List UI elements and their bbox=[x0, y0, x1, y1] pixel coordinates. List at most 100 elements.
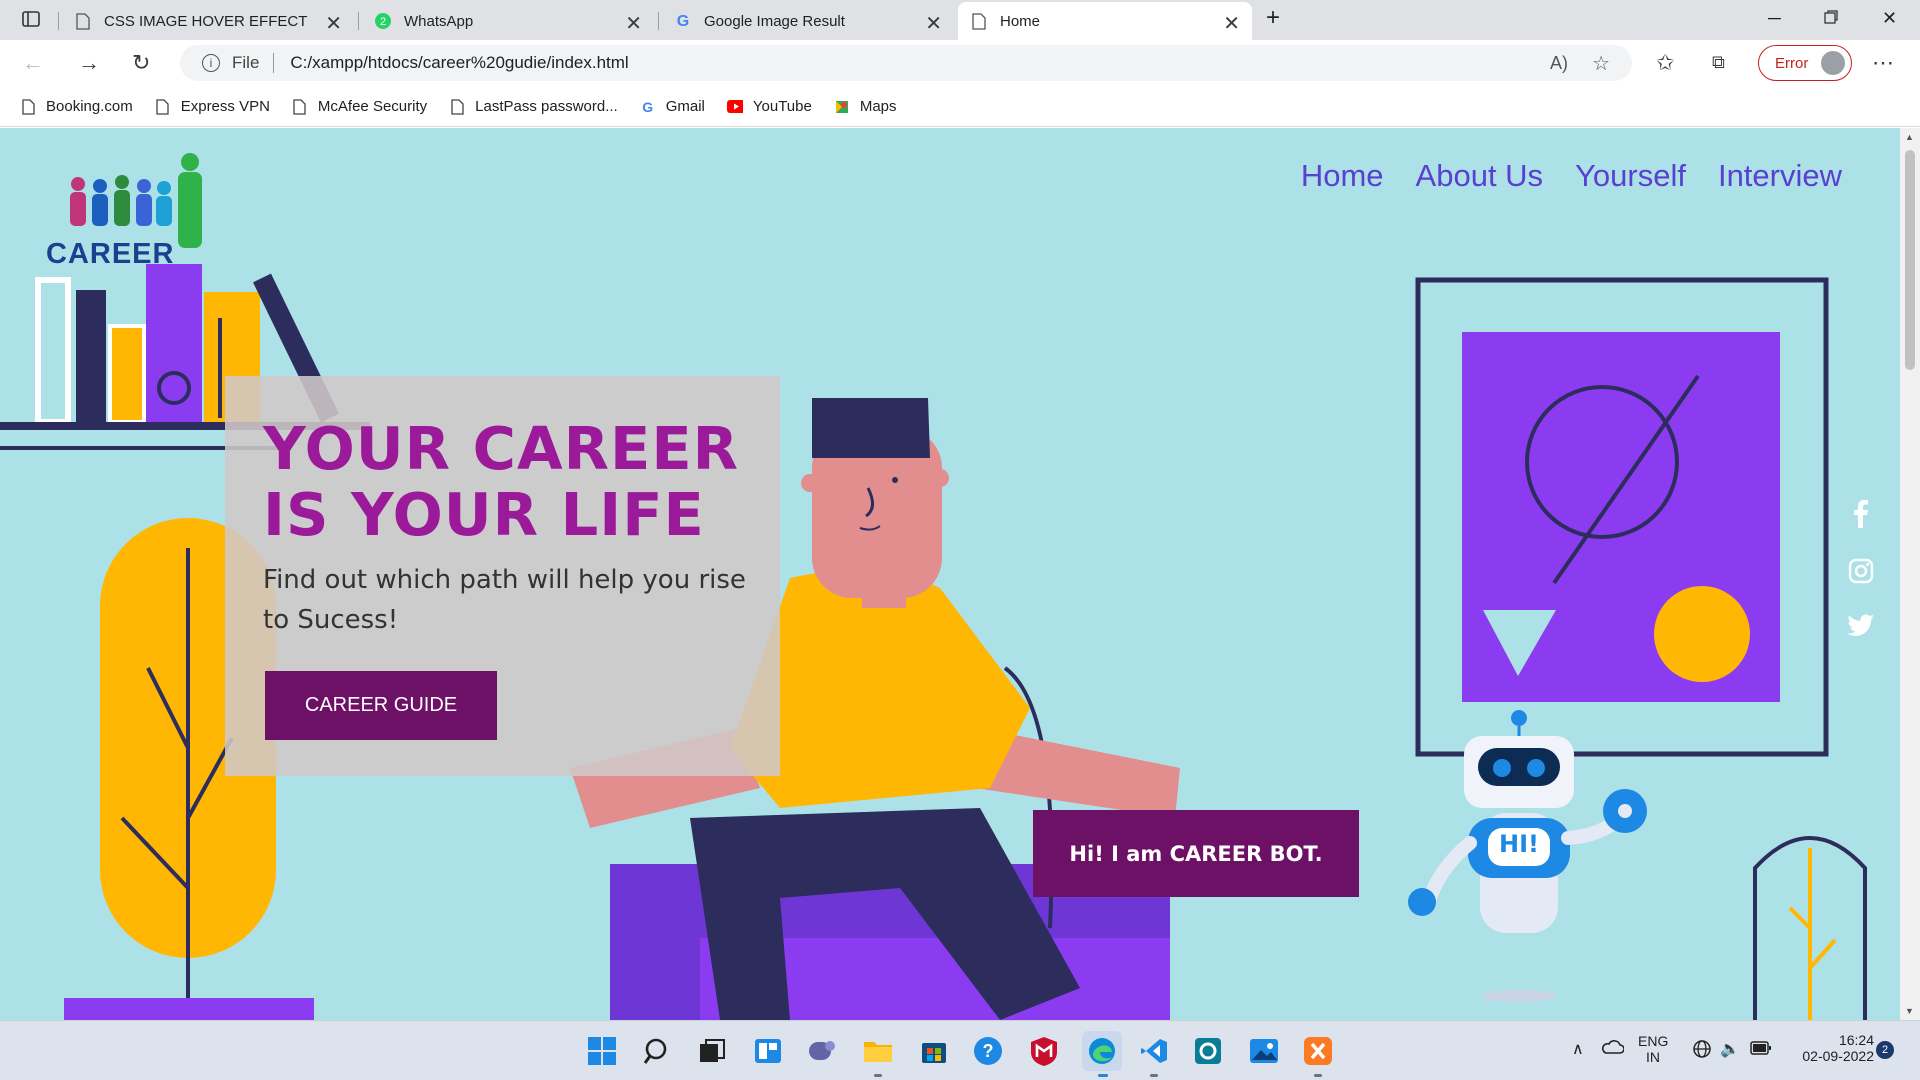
svg-text:G: G bbox=[677, 13, 689, 30]
restore-icon[interactable] bbox=[1824, 8, 1838, 29]
windows-start-icon[interactable] bbox=[586, 1035, 618, 1067]
tab-title: Google Image Result bbox=[704, 12, 845, 30]
scroll-thumb[interactable] bbox=[1905, 150, 1915, 370]
widgets-icon[interactable] bbox=[752, 1035, 784, 1067]
forward-icon[interactable]: → bbox=[78, 50, 100, 76]
tab-bar: CSS IMAGE HOVER EFFECT ✕ 2 WhatsApp ✕ G … bbox=[0, 0, 1920, 40]
plant-right-illustration bbox=[1753, 836, 1867, 1020]
scroll-down-icon[interactable]: ▼ bbox=[1905, 1006, 1914, 1016]
photos-icon[interactable] bbox=[1248, 1035, 1280, 1067]
address-input[interactable]: i File C:/xampp/htdocs/career%20gudie/in… bbox=[180, 45, 1632, 81]
notification-badge[interactable]: 2 bbox=[1876, 1041, 1894, 1059]
page-icon bbox=[20, 98, 36, 116]
collections-icon[interactable]: ⧉ bbox=[1712, 52, 1725, 73]
hero-card: YOUR CAREER IS YOUR LIFE Find out which … bbox=[225, 376, 780, 776]
svg-text:2: 2 bbox=[380, 16, 386, 28]
scroll-up-icon[interactable]: ▲ bbox=[1905, 132, 1914, 142]
svg-text:?: ? bbox=[983, 1041, 994, 1061]
site-logo[interactable]: CAREER bbox=[44, 152, 214, 272]
hero-title: YOUR CAREER IS YOUR LIFE bbox=[263, 414, 740, 549]
whatsapp-icon: 2 bbox=[374, 12, 392, 30]
career-bot-bubble[interactable]: Hi! I am CAREER BOT. bbox=[1033, 810, 1359, 897]
refresh-icon[interactable]: ↻ bbox=[132, 50, 150, 76]
network-icon[interactable] bbox=[1692, 1039, 1712, 1064]
tab-google-image[interactable]: G Google Image Result ✕ bbox=[662, 2, 954, 40]
logo-text: CAREER bbox=[46, 238, 175, 270]
clock-date: 02-09-2022 bbox=[1802, 1048, 1874, 1064]
onedrive-icon[interactable] bbox=[1600, 1039, 1625, 1060]
tab-title: WhatsApp bbox=[404, 12, 474, 30]
maps-icon bbox=[834, 98, 850, 116]
back-icon[interactable]: ← bbox=[22, 50, 44, 76]
career-guide-button[interactable]: CAREER GUIDE bbox=[265, 671, 497, 740]
bookmark-youtube[interactable]: YouTube bbox=[726, 98, 812, 116]
teams-chat-icon[interactable] bbox=[806, 1035, 838, 1067]
google-icon: G bbox=[674, 12, 692, 30]
avatar bbox=[1821, 51, 1845, 75]
app-circle-icon[interactable] bbox=[1192, 1035, 1224, 1067]
page-icon bbox=[449, 98, 465, 116]
new-tab-button[interactable]: + bbox=[1266, 4, 1280, 32]
facebook-icon[interactable] bbox=[1846, 499, 1876, 529]
close-icon[interactable]: ✕ bbox=[925, 11, 942, 36]
google-icon: G bbox=[642, 98, 654, 115]
store-icon[interactable] bbox=[918, 1035, 950, 1067]
twitter-icon[interactable] bbox=[1846, 611, 1876, 641]
close-icon[interactable]: ✕ bbox=[625, 11, 642, 36]
mcafee-icon[interactable] bbox=[1028, 1035, 1060, 1067]
page-icon bbox=[155, 98, 171, 116]
file-explorer-icon[interactable] bbox=[862, 1035, 894, 1077]
bookmark-lastpass[interactable]: LastPass password... bbox=[449, 98, 618, 116]
tab-home[interactable]: Home ✕ bbox=[958, 2, 1252, 40]
help-icon[interactable]: ? bbox=[972, 1035, 1004, 1067]
profile-status: Error bbox=[1775, 54, 1809, 72]
nav-yourself[interactable]: Yourself bbox=[1575, 158, 1686, 194]
add-favorite-icon[interactable]: ☆ bbox=[1592, 51, 1610, 76]
battery-icon[interactable] bbox=[1750, 1041, 1772, 1060]
robot-badge: HI! bbox=[1499, 830, 1539, 858]
bookmarks-bar: Booking.com Express VPN McAfee Security … bbox=[0, 87, 1920, 127]
profile-error-button[interactable]: Error bbox=[1758, 45, 1852, 81]
nav-home[interactable]: Home bbox=[1301, 158, 1384, 194]
page-viewport: HI! CAREER Home About Us Yourself Interv… bbox=[0, 128, 1900, 1020]
minimize-icon[interactable]: ─ bbox=[1768, 8, 1781, 29]
bookmark-gmail[interactable]: G Gmail bbox=[640, 98, 705, 116]
site-nav: Home About Us Yourself Interview bbox=[1301, 158, 1842, 194]
edge-icon[interactable] bbox=[1082, 1031, 1122, 1077]
language-indicator[interactable]: ENG IN bbox=[1638, 1033, 1668, 1065]
info-icon[interactable]: i bbox=[202, 54, 220, 72]
tab-whatsapp[interactable]: 2 WhatsApp ✕ bbox=[362, 2, 654, 40]
task-view-icon[interactable] bbox=[696, 1035, 728, 1067]
search-icon[interactable] bbox=[642, 1035, 674, 1067]
tab-title: CSS IMAGE HOVER EFFECT bbox=[104, 12, 308, 30]
nav-interview[interactable]: Interview bbox=[1718, 158, 1842, 194]
bookmark-maps[interactable]: Maps bbox=[834, 98, 897, 116]
read-aloud-icon[interactable]: A) bbox=[1550, 53, 1568, 74]
xampp-icon[interactable] bbox=[1302, 1035, 1334, 1077]
favorites-icon[interactable]: ✩ bbox=[1656, 50, 1674, 76]
page-scrollbar[interactable]: ▲ ▼ bbox=[1900, 128, 1920, 1020]
close-icon[interactable]: ✕ bbox=[1223, 11, 1240, 36]
tab-actions-icon[interactable] bbox=[22, 10, 40, 33]
address-bar-row: ← → ↻ i File C:/xampp/htdocs/career%20gu… bbox=[0, 40, 1920, 87]
chevron-up-icon[interactable]: ∧ bbox=[1572, 1039, 1584, 1059]
bookmark-expressvpn[interactable]: Express VPN bbox=[155, 98, 270, 116]
bookmark-booking[interactable]: Booking.com bbox=[20, 98, 133, 116]
framed-picture-illustration bbox=[1415, 277, 1829, 757]
taskbar: ? ∧ ENG IN 🔈 16:24 02-09-2022 2 bbox=[0, 1020, 1920, 1080]
bookmark-mcafee[interactable]: McAfee Security bbox=[292, 98, 427, 116]
volume-icon[interactable]: 🔈 bbox=[1720, 1039, 1740, 1059]
page-icon bbox=[292, 98, 308, 116]
close-window-icon[interactable]: ✕ bbox=[1882, 8, 1897, 29]
close-icon[interactable]: ✕ bbox=[325, 11, 342, 36]
vscode-icon[interactable] bbox=[1138, 1035, 1170, 1077]
clock[interactable]: 16:24 02-09-2022 bbox=[1778, 1032, 1874, 1064]
youtube-icon bbox=[726, 98, 743, 116]
url-text: C:/xampp/htdocs/career%20gudie/index.htm… bbox=[290, 53, 629, 72]
scheme-label: File bbox=[232, 53, 260, 72]
nav-about-us[interactable]: About Us bbox=[1416, 158, 1544, 194]
more-icon[interactable]: ⋯ bbox=[1872, 50, 1894, 76]
tab-css-hover[interactable]: CSS IMAGE HOVER EFFECT ✕ bbox=[62, 2, 354, 40]
hero-subtitle: Find out which path will help you rise t… bbox=[263, 565, 746, 635]
instagram-icon[interactable] bbox=[1846, 556, 1876, 586]
